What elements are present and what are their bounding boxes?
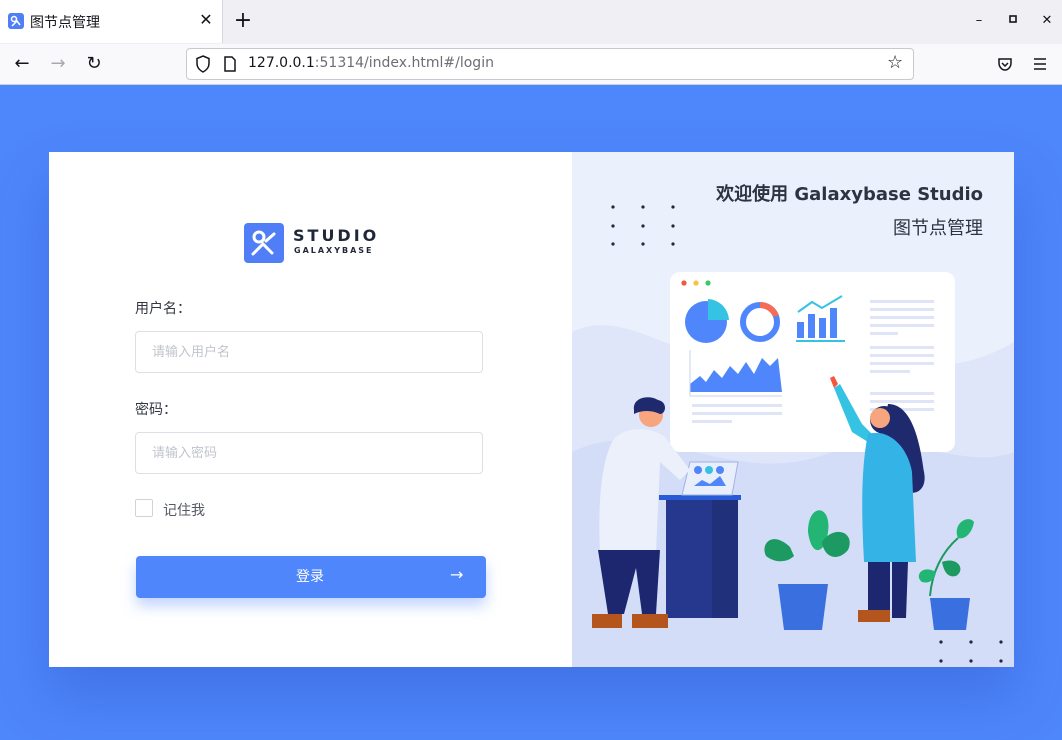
hamburger-menu-icon[interactable] <box>1026 50 1054 78</box>
username-label: 用户名： <box>135 301 191 317</box>
password-label: 密码： <box>135 402 177 418</box>
logo-subtitle: GALAXYBASE <box>294 246 374 255</box>
maximize-button[interactable] <box>1000 8 1026 34</box>
page-icon[interactable] <box>223 56 237 72</box>
shield-icon[interactable] <box>195 55 211 73</box>
tab-title: 图节点管理 <box>30 15 100 31</box>
hero-pane: 欢迎使用 Galaxybase Studio 图节点管理 <box>572 152 1014 667</box>
url-text[interactable]: 127.0.0.1:51314/index.html#/login <box>248 55 494 71</box>
remember-me-checkbox[interactable] <box>135 499 153 517</box>
tab-active[interactable]: 图节点管理 ✕ <box>0 0 223 43</box>
login-form-pane: STUDIO GALAXYBASE 用户名： 密码： 记住我 登录 → <box>49 152 572 667</box>
welcome-title: 欢迎使用 Galaxybase Studio <box>716 184 983 205</box>
login-button-label: 登录 <box>296 569 324 585</box>
username-input[interactable] <box>135 331 483 373</box>
star-icon[interactable]: ☆ <box>887 52 903 73</box>
url-host: 127.0.0.1 <box>248 55 315 71</box>
reload-button[interactable]: ↻ <box>80 50 108 78</box>
tab-close-icon[interactable]: ✕ <box>197 10 215 30</box>
arrow-right-icon: → <box>450 565 464 584</box>
logo-title: STUDIO <box>293 226 380 245</box>
welcome-subtitle: 图节点管理 <box>893 218 983 239</box>
forward-button[interactable]: → <box>44 50 72 78</box>
back-button[interactable]: ← <box>8 50 36 78</box>
url-path: :51314/index.html#/login <box>314 55 494 71</box>
page-viewport: STUDIO GALAXYBASE 用户名： 密码： 记住我 登录 → <box>0 85 1062 740</box>
url-bar[interactable]: 127.0.0.1:51314/index.html#/login ☆ <box>186 48 914 80</box>
new-tab-button[interactable]: + <box>231 9 255 33</box>
remember-me-label[interactable]: 记住我 <box>163 500 205 520</box>
login-button[interactable]: 登录 → <box>136 556 486 598</box>
password-input[interactable] <box>135 432 483 474</box>
pocket-icon[interactable] <box>991 50 1019 78</box>
login-card: STUDIO GALAXYBASE 用户名： 密码： 记住我 登录 → <box>49 152 1014 667</box>
tab-strip: 图节点管理 ✕ + – ✕ <box>0 0 1062 45</box>
close-window-button[interactable]: ✕ <box>1034 8 1060 34</box>
favicon-icon <box>8 13 24 29</box>
minimize-button[interactable]: – <box>966 8 992 34</box>
studio-logo-icon <box>244 223 284 263</box>
dot-grid-top <box>611 205 675 246</box>
navigation-toolbar: ← → ↻ 127.0.0.1:51314/index.html#/login … <box>0 44 1062 85</box>
